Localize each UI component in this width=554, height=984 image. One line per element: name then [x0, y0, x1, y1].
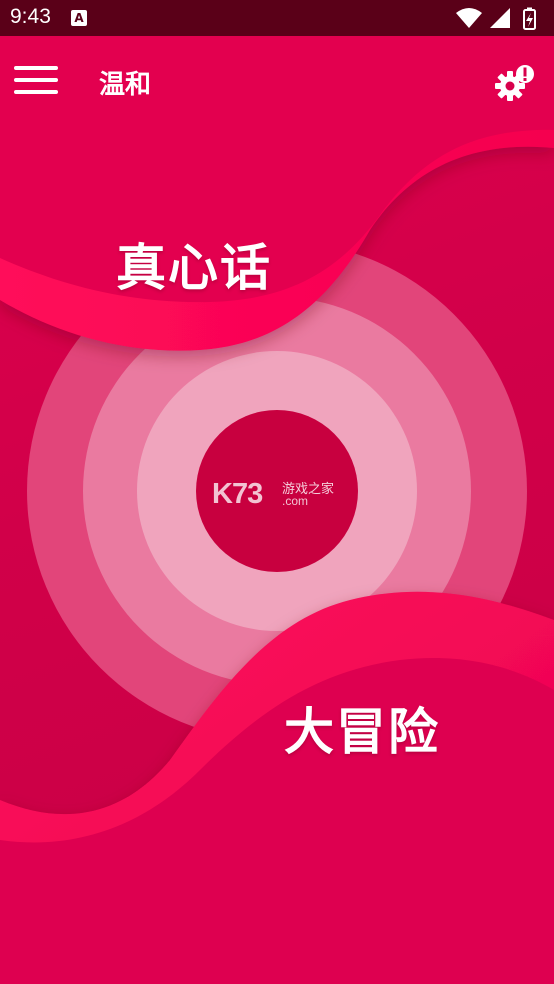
settings-button[interactable]: [494, 64, 538, 104]
signal-icon: [490, 8, 510, 28]
hamburger-menu-icon: [14, 90, 58, 94]
status-icons: [456, 7, 536, 30]
status-bar: 9:43 A: [0, 0, 554, 36]
truth-button[interactable]: 真心话: [116, 228, 272, 300]
gear-alert-icon: [495, 65, 534, 101]
dare-button[interactable]: 大冒险: [284, 692, 440, 764]
app-bar: 温和: [0, 36, 554, 124]
watermark-logo: K73 游戏之家 .com: [212, 474, 352, 514]
watermark-logo-text: K73: [212, 478, 263, 510]
hamburger-menu-icon: [14, 78, 58, 82]
battery-icon: [523, 7, 536, 30]
a-icon: A: [71, 10, 87, 26]
app-screen: 9:43 A 温和 真心话 大冒险 K73 游戏之家 .com: [0, 0, 554, 984]
wifi-icon: [456, 8, 482, 28]
hamburger-menu-icon: [14, 66, 58, 70]
app-title: 温和: [99, 70, 152, 100]
menu-button[interactable]: [14, 64, 60, 98]
watermark-domain: .com: [282, 494, 309, 508]
status-time: 9:43: [10, 5, 51, 28]
